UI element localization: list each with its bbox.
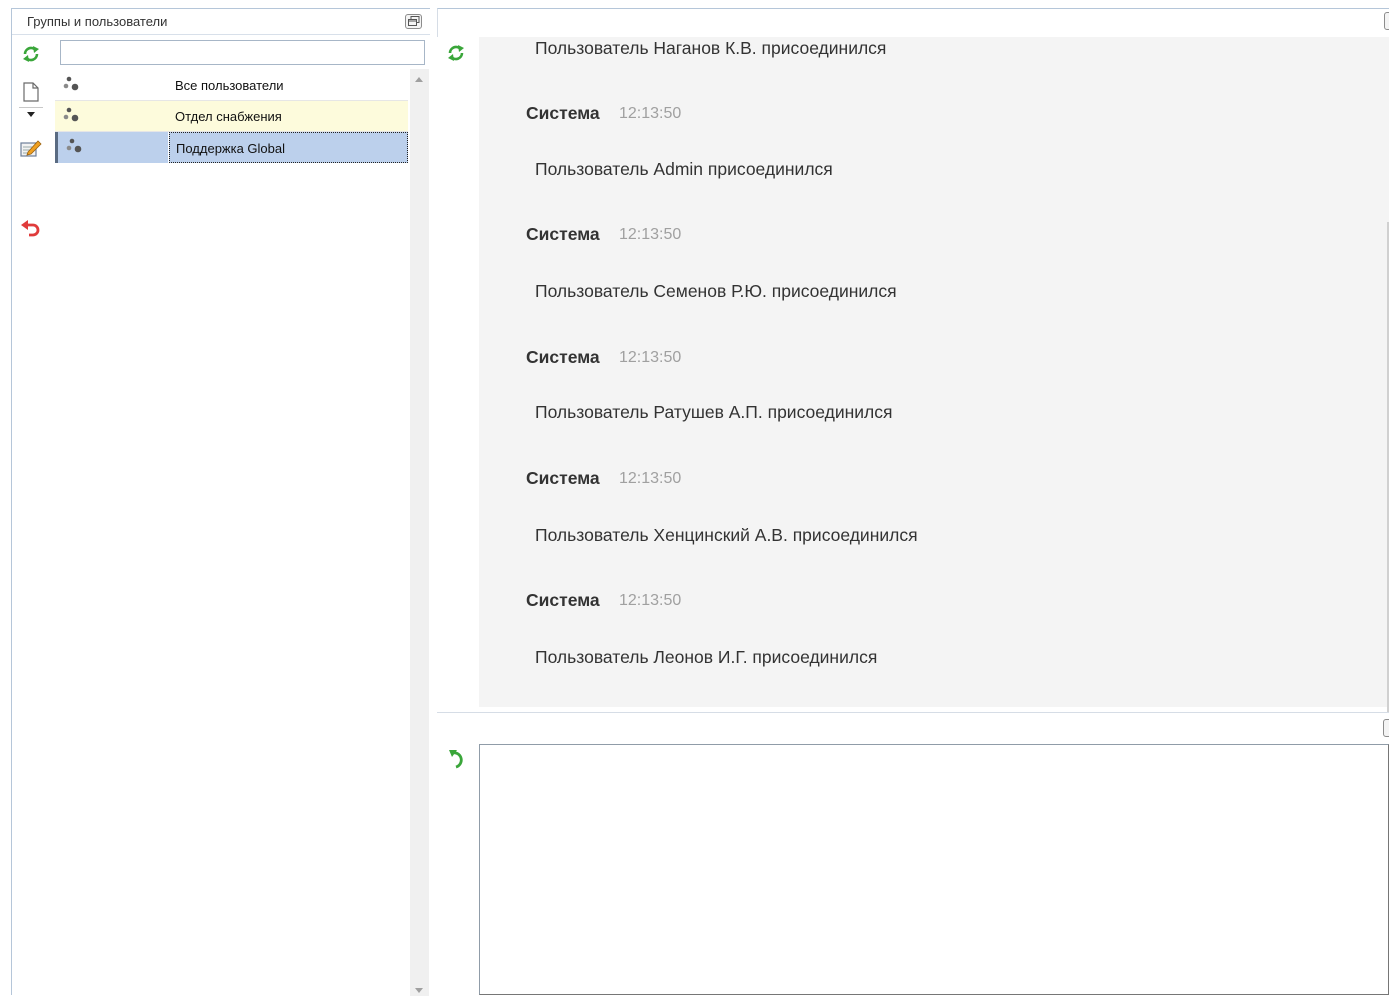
group-row-selected[interactable]: Поддержка Global — [55, 132, 408, 163]
refresh-button[interactable] — [18, 42, 44, 66]
message-text: Пользователь Хенцинский А.В. присоединил… — [535, 525, 918, 545]
send-arrow-icon — [449, 750, 463, 769]
message-text: Пользователь Admin присоединился — [535, 159, 833, 179]
message-text: Пользователь Леонов И.Г. присоединился — [535, 647, 878, 667]
chat-header — [437, 8, 1389, 37]
input-restore-button[interactable] — [1383, 719, 1389, 737]
chat-refresh-button[interactable] — [443, 41, 469, 65]
message-time: 12:13:50 — [619, 105, 682, 122]
send-button[interactable] — [443, 748, 469, 772]
edit-group-button[interactable] — [18, 136, 44, 160]
groups-search-input[interactable] — [60, 40, 425, 65]
group-row[interactable]: Отдел снабжения — [55, 101, 408, 132]
new-document-icon — [23, 82, 39, 102]
group-icon-cell — [55, 101, 168, 132]
refresh-icon — [23, 46, 39, 62]
undo-icon — [21, 220, 40, 237]
group-icon-cell — [55, 132, 168, 163]
input-header — [437, 712, 1389, 744]
message-time: 12:13:50 — [619, 470, 682, 487]
message-text: Пользователь Наганов К.В. присоединился — [535, 38, 887, 58]
message-author: Система — [526, 224, 600, 244]
dropdown-arrow-icon — [27, 112, 35, 117]
group-icon — [63, 107, 79, 122]
groups-scrollbar[interactable] — [410, 69, 429, 996]
groups-grid: Все пользователи Отдел снабжения Поддерж… — [55, 70, 408, 170]
groups-panel-header: Группы и пользователи — [12, 9, 430, 35]
chat-restore-button[interactable] — [1384, 12, 1389, 30]
group-icon — [63, 76, 79, 91]
group-name: Поддержка Global — [169, 132, 408, 163]
group-row[interactable]: Все пользователи — [55, 70, 408, 101]
message-time: 12:13:50 — [619, 592, 682, 609]
message-author: Система — [526, 468, 600, 488]
message-input[interactable] — [479, 744, 1389, 995]
edit-icon — [20, 140, 42, 157]
new-group-dropdown-button[interactable] — [19, 107, 43, 121]
message-author: Система — [526, 347, 600, 367]
scroll-up-arrow-icon[interactable] — [415, 77, 423, 82]
message-author: Система — [526, 103, 600, 123]
scroll-down-arrow-icon[interactable] — [415, 988, 423, 993]
message-text: Пользователь Ратушев А.П. присоединился — [535, 402, 893, 422]
chat-messages: Пользователь Наганов К.В. присоединился … — [479, 37, 1389, 722]
message-author: Система — [526, 590, 600, 610]
message-text: Пользователь Семенов Р.Ю. присоединился — [535, 281, 897, 301]
groups-toolbar — [12, 36, 55, 996]
group-name: Все пользователи — [175, 78, 284, 93]
groups-panel: Группы и пользователи Все пользователи О… — [11, 8, 430, 996]
message-time: 12:13:50 — [619, 349, 682, 366]
group-icon-cell — [55, 70, 168, 101]
new-group-button[interactable] — [18, 80, 44, 104]
groups-panel-title: Группы и пользователи — [27, 14, 168, 29]
chat-toolbar — [437, 37, 479, 707]
refresh-icon — [448, 45, 464, 61]
group-icon — [66, 138, 82, 153]
restore-window-button[interactable] — [405, 14, 422, 29]
undo-button[interactable] — [18, 216, 44, 240]
group-name: Отдел снабжения — [175, 109, 282, 124]
message-time: 12:13:50 — [619, 226, 682, 243]
